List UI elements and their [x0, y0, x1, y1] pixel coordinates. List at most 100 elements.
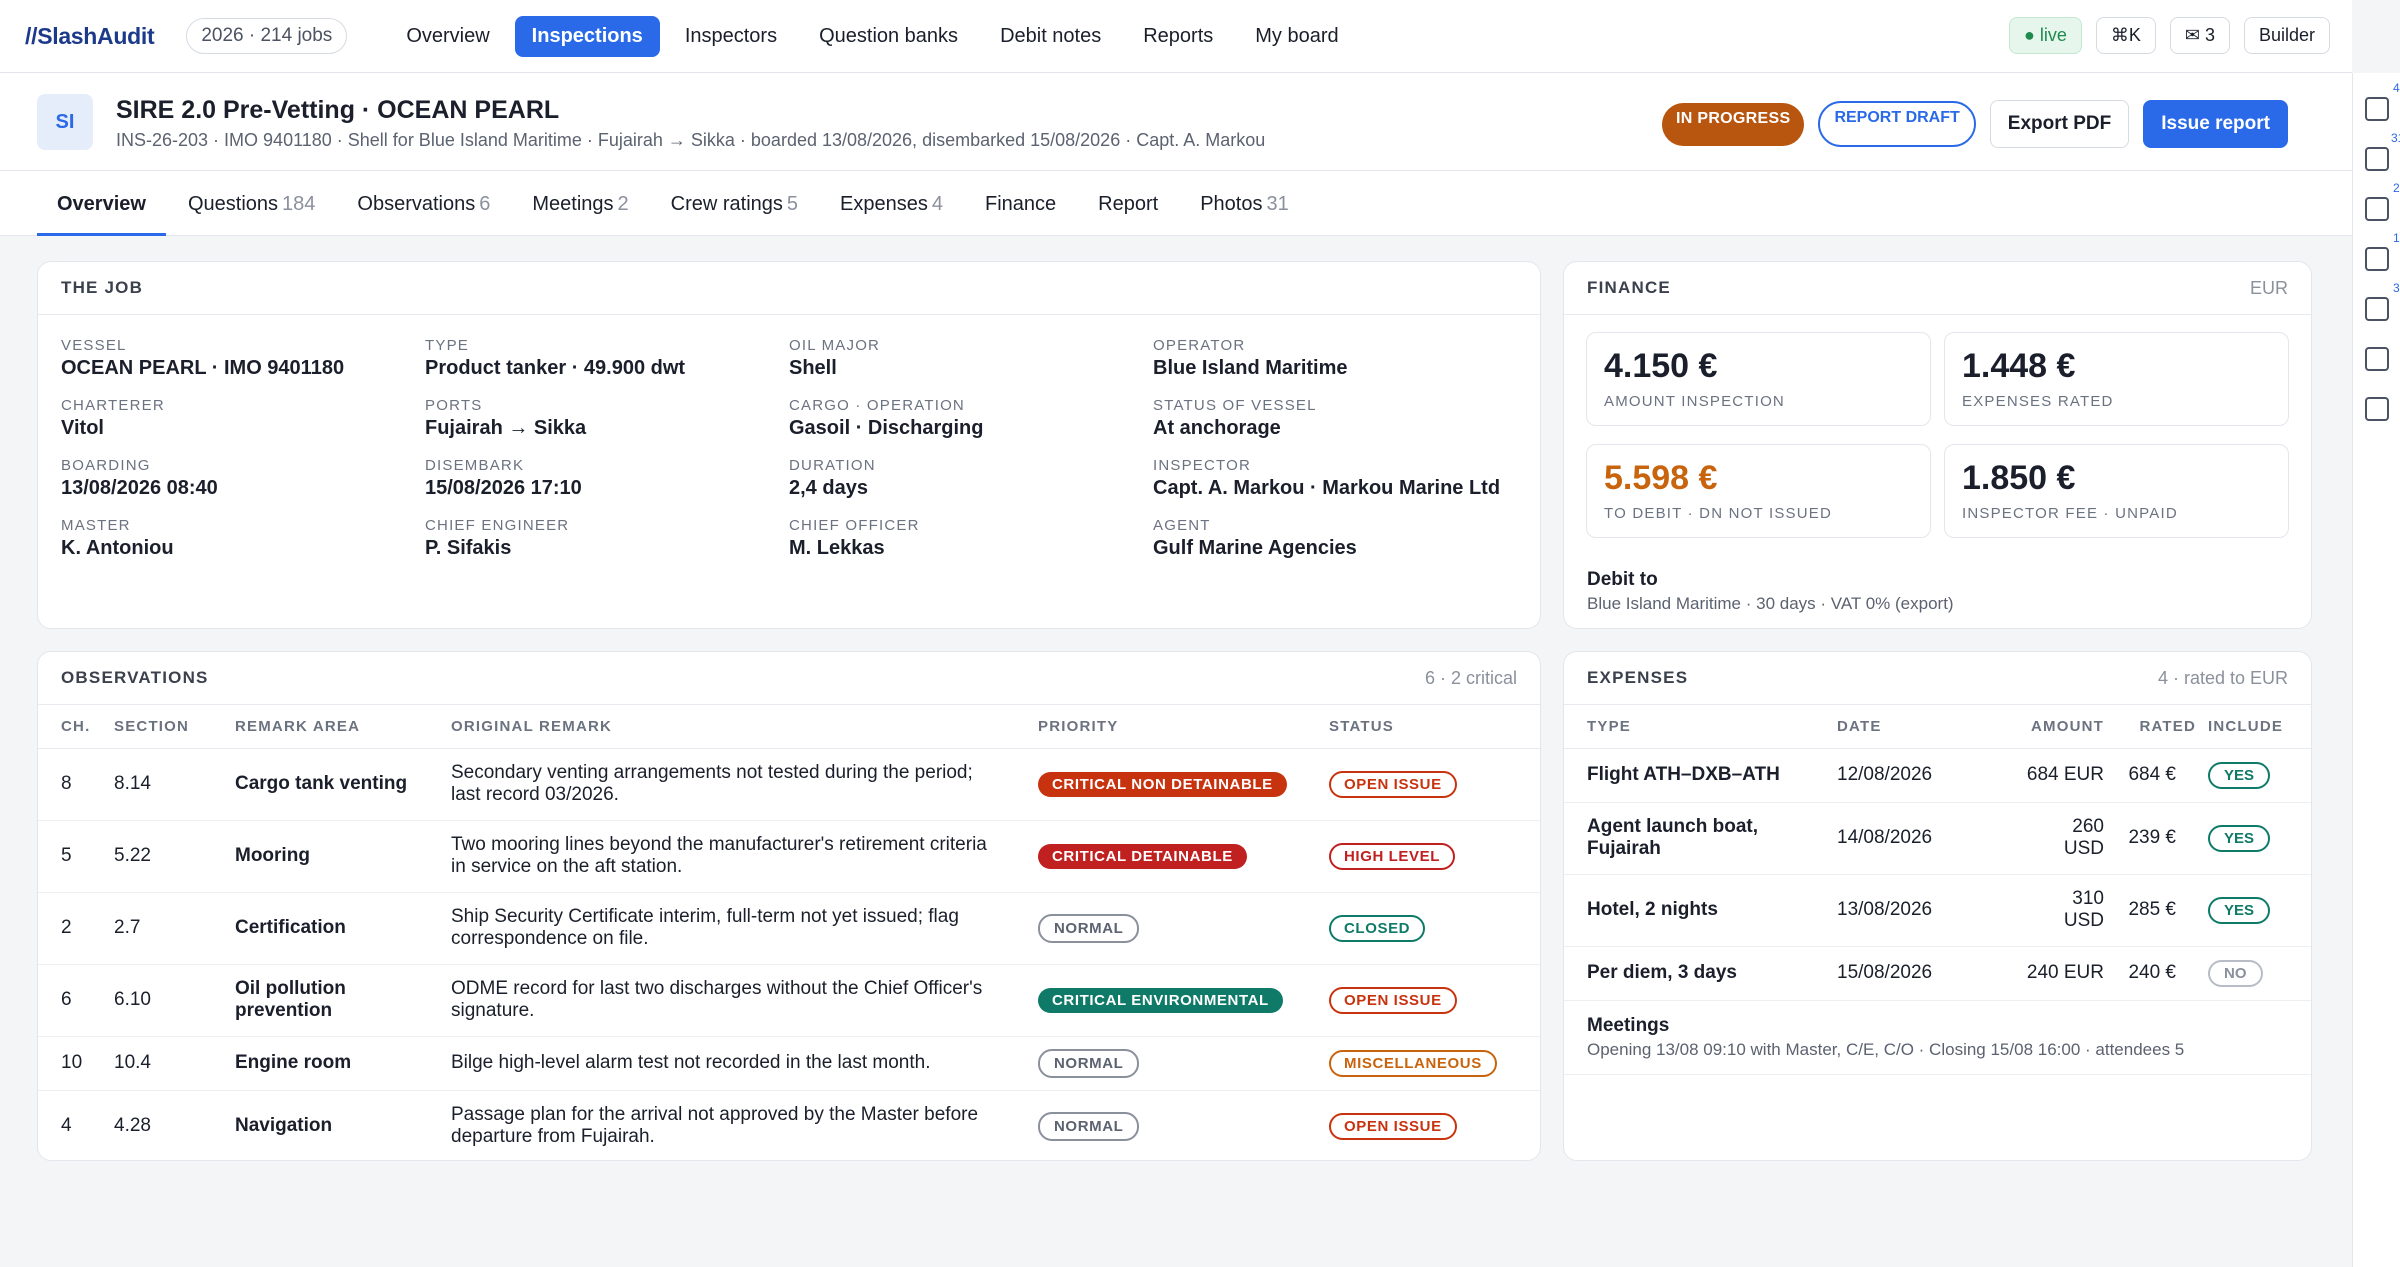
table-row[interactable]: Per diem, 3 days 15/08/2026 240 EUR 240 …	[1564, 946, 2311, 1001]
nav-overview[interactable]: Overview	[389, 16, 506, 57]
table-row[interactable]: Flight ATH–DXB–ATH 12/08/2026 684 EUR 68…	[1564, 748, 2311, 803]
page-title: SIRE 2.0 Pre-Vetting · OCEAN PEARL	[116, 96, 560, 124]
field-label: Ports	[425, 397, 483, 414]
table-row[interactable]: Hotel, 2 nights 13/08/2026 310 USD 285 €…	[1564, 874, 2311, 947]
table-row[interactable]: 6 6.10 Oil pollution prevention ODME rec…	[38, 964, 1540, 1037]
tab-label: Overview	[57, 193, 146, 215]
tab-crew-ratings[interactable]: Crew ratings 5	[651, 171, 818, 236]
tab-overview[interactable]: Overview	[37, 171, 166, 236]
column-header[interactable]: CH.	[38, 705, 114, 749]
job-actions: IN PROGRESS REPORT DRAFT Export PDF Issu…	[1662, 100, 2288, 148]
status-badge[interactable]: OPEN ISSUE	[1329, 770, 1457, 798]
card-title: OBSERVATIONS	[61, 668, 209, 687]
field-value: Capt. A. Markou · Markou Marine Ltd	[1153, 477, 1501, 499]
section-cell: 6.10	[114, 964, 235, 1037]
field-label: Duration	[789, 457, 876, 474]
side-checkbox[interactable]	[2365, 97, 2389, 121]
column-header[interactable]: RATED	[2104, 705, 2208, 749]
include-toggle[interactable]: YES	[2208, 824, 2271, 852]
job-tabs: Overview Questions 184 Observations 6 Meet…	[0, 171, 2352, 236]
side-checkbox[interactable]	[2365, 197, 2389, 221]
table-row[interactable]: 2 2.7 Certification Ship Security Certif…	[38, 892, 1540, 965]
export-pdf-button[interactable]: Export PDF	[1989, 100, 2130, 148]
side-mark: 2	[2393, 181, 2400, 195]
status-badge[interactable]: OPEN ISSUE	[1329, 1112, 1457, 1140]
priority-badge: CRITICAL DETAINABLE	[1038, 843, 1247, 869]
table-row[interactable]: 10 10.4 Engine room Bilge high-level ala…	[38, 1036, 1540, 1091]
nav-question-banks[interactable]: Question banks	[802, 16, 975, 57]
status-badge[interactable]: OPEN ISSUE	[1329, 986, 1457, 1014]
tab-report[interactable]: Report	[1078, 171, 1178, 236]
include-cell: YES	[2208, 874, 2311, 947]
inspector-fee-box: 1.850 € INSPECTOR FEE · UNPAID	[1944, 444, 2289, 538]
field-chief-engineer: Chief engineer P. Sifakis	[425, 517, 789, 560]
expense-rated-cell: 684 €	[2104, 748, 2208, 803]
table-row[interactable]: Agent launch boat, Fujairah 14/08/2026 2…	[1564, 802, 2311, 875]
remark-cell: Two mooring lines beyond the manufacture…	[451, 820, 1038, 893]
issue-report-button[interactable]: Issue report	[2143, 100, 2288, 148]
field-value: Blue Island Maritime	[1153, 357, 1348, 379]
tab-observations[interactable]: Observations 6	[337, 171, 510, 236]
nav-inspections[interactable]: Inspections	[514, 15, 660, 57]
messages-button[interactable]: ✉ 3	[2169, 17, 2230, 54]
builder-button[interactable]: Builder	[2243, 17, 2330, 54]
side-checkbox[interactable]	[2365, 247, 2389, 271]
table-header-row: CH. SECTION REMARK AREA ORIGINAL REMARK …	[38, 705, 1540, 749]
table-row[interactable]: 5 5.22 Mooring Two mooring lines beyond …	[38, 820, 1540, 893]
nav-inspectors[interactable]: Inspectors	[668, 16, 794, 57]
column-header[interactable]: INCLUDE	[2208, 705, 2311, 749]
column-header[interactable]: REMARK AREA	[235, 705, 451, 749]
column-header[interactable]: SECTION	[114, 705, 235, 749]
observations-table: CH. SECTION REMARK AREA ORIGINAL REMARK …	[38, 705, 1540, 1160]
tab-label: Observations	[357, 193, 476, 215]
side-checkbox[interactable]	[2365, 297, 2389, 321]
tab-count: 5	[786, 193, 799, 215]
table-row[interactable]: 4 4.28 Navigation Passage plan for the a…	[38, 1090, 1540, 1160]
tab-finance[interactable]: Finance	[965, 171, 1076, 236]
field-label: Inspector	[1153, 457, 1252, 474]
amount-value: 1.850 €	[1962, 459, 2076, 497]
job-avatar: SI	[37, 94, 93, 150]
include-toggle[interactable]: YES	[2208, 761, 2271, 789]
priority-cell: NORMAL	[1038, 892, 1329, 965]
status-badge[interactable]: CLOSED	[1329, 914, 1426, 942]
app-logo[interactable]: //SlashAudit	[25, 23, 155, 50]
column-header[interactable]: TYPE	[1564, 705, 1837, 749]
status-cell: CLOSED	[1329, 892, 1540, 965]
tab-meetings[interactable]: Meetings 2	[512, 171, 648, 236]
field-label: Chief officer	[789, 517, 920, 534]
nav-my-board[interactable]: My board	[1238, 16, 1355, 57]
field-value: 15/08/2026 17:10	[425, 477, 582, 499]
year-selector[interactable]: 2026 · 214 jobs	[186, 18, 348, 54]
side-checkbox[interactable]	[2365, 347, 2389, 371]
expense-rated-cell: 239 €	[2104, 802, 2208, 875]
table-row[interactable]: 8 8.14 Cargo tank venting Secondary vent…	[38, 748, 1540, 821]
command-palette-button[interactable]: ⌘K	[2095, 17, 2156, 54]
main-nav: Overview Inspections Inspectors Question…	[389, 15, 1355, 57]
include-toggle[interactable]: NO	[2208, 959, 2263, 987]
card-header: EXPENSES 4 · rated to EUR	[1564, 652, 2311, 705]
priority-badge: CRITICAL ENVIRONMENTAL	[1038, 987, 1283, 1013]
include-toggle[interactable]: YES	[2208, 896, 2271, 924]
nav-debit-notes[interactable]: Debit notes	[983, 16, 1118, 57]
tab-photos[interactable]: Photos 31	[1180, 171, 1309, 236]
card-title: EXPENSES	[1587, 668, 1689, 687]
nav-reports[interactable]: Reports	[1126, 16, 1230, 57]
tab-expenses[interactable]: Expenses 4	[820, 171, 963, 236]
priority-cell: CRITICAL ENVIRONMENTAL	[1038, 964, 1329, 1037]
column-header[interactable]: AMOUNT	[1978, 705, 2104, 749]
expenses-card: EXPENSES 4 · rated to EUR TYPE DATE AMOUN…	[1563, 651, 2312, 1161]
column-header[interactable]: STATUS	[1329, 705, 1540, 749]
column-header[interactable]: ORIGINAL REMARK	[451, 705, 1038, 749]
status-badge[interactable]: HIGH LEVEL	[1329, 842, 1456, 870]
tab-questions[interactable]: Questions 184	[168, 171, 335, 236]
finance-card: FINANCE EUR 4.150 € AMOUNT INSPECTION 1.44…	[1563, 261, 2312, 629]
column-header[interactable]: PRIORITY	[1038, 705, 1329, 749]
side-checkbox[interactable]	[2365, 397, 2389, 421]
column-header[interactable]: DATE	[1837, 705, 1978, 749]
side-checkbox[interactable]	[2365, 147, 2389, 171]
field-vessel: Vessel OCEAN PEARL · IMO 9401180	[61, 337, 425, 380]
status-badge[interactable]: MISCELLANEOUS	[1329, 1049, 1497, 1077]
amount-label: AMOUNT INSPECTION	[1604, 393, 1785, 410]
amount-value: 5.598 €	[1604, 459, 1718, 497]
